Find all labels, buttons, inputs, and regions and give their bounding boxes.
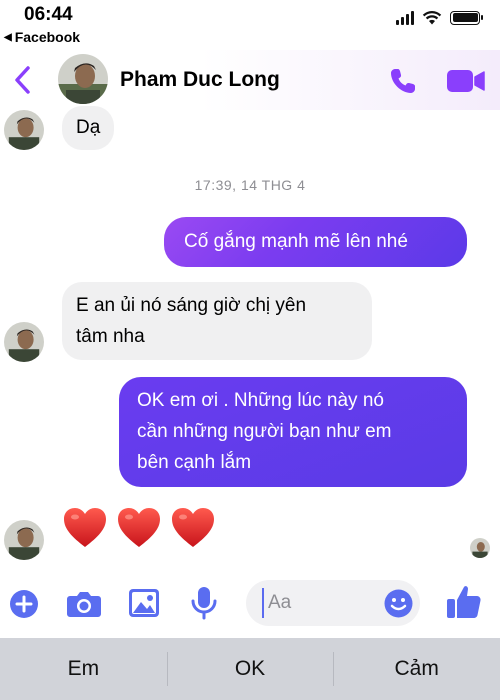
incoming-message[interactable]: E an ủi nó sáng giờ chị yên tâm nha (62, 282, 372, 360)
heart-icon (172, 508, 214, 547)
message-composer (0, 574, 500, 634)
avatar[interactable] (4, 520, 44, 560)
avatar[interactable] (4, 322, 44, 362)
smiley-icon[interactable] (384, 589, 413, 618)
contact-avatar[interactable] (58, 54, 108, 104)
outgoing-message[interactable]: OK em ơi . Những lúc này nó cần những ng… (119, 377, 467, 487)
heart-icon (118, 508, 160, 547)
back-app-label: Facebook (14, 29, 81, 45)
status-icons (396, 10, 483, 25)
chevron-left-icon[interactable] (8, 62, 36, 98)
phone-icon[interactable] (388, 66, 418, 96)
clock: 06:44 (24, 4, 73, 25)
suggestion-item[interactable]: Cảm (333, 638, 500, 700)
read-receipt-avatar (470, 538, 490, 558)
message-text-line: bên cạnh lắm (137, 452, 252, 473)
keyboard-suggestion-bar: Em OK Cảm (0, 638, 500, 700)
plus-circle-icon[interactable] (8, 588, 40, 620)
avatar[interactable] (4, 110, 44, 150)
cellular-signal-icon (396, 10, 414, 25)
camera-icon[interactable] (66, 590, 102, 618)
heart-emoji-message[interactable] (62, 505, 216, 551)
microphone-icon[interactable] (190, 586, 218, 620)
wifi-icon (422, 10, 442, 25)
video-camera-icon[interactable] (446, 68, 486, 94)
heart-icon (64, 508, 106, 547)
message-text-line: tâm nha (76, 326, 145, 347)
incoming-message[interactable]: Dạ (62, 106, 114, 150)
message-text: Cố gắng mạnh mẽ lên nhé (184, 231, 408, 252)
suggestion-item[interactable]: OK (166, 638, 334, 700)
image-icon[interactable] (128, 588, 160, 618)
message-text-line: E an ủi nó sáng giờ chị yên (76, 295, 307, 316)
back-triangle-icon: ◀ (4, 31, 12, 43)
thumbs-up-icon[interactable] (446, 584, 482, 620)
back-to-app-link[interactable]: ◀ Facebook (4, 29, 80, 45)
chat-header: Pham Duc Long (0, 50, 500, 110)
message-text: Dạ (76, 117, 101, 138)
contact-name[interactable]: Pham Duc Long (120, 68, 280, 92)
message-input-field[interactable] (246, 580, 420, 626)
battery-icon (450, 10, 483, 25)
message-text-line: cần những người bạn như em (137, 421, 392, 442)
message-timestamp: 17:39, 14 THG 4 (194, 177, 306, 193)
suggestion-item[interactable]: Em (0, 638, 167, 700)
message-text-line: OK em ơi . Những lúc này nó (137, 390, 384, 411)
message-input[interactable] (262, 588, 372, 618)
status-bar: 06:44 ◀ Facebook (0, 0, 500, 50)
outgoing-message[interactable]: Cố gắng mạnh mẽ lên nhé (164, 217, 467, 267)
